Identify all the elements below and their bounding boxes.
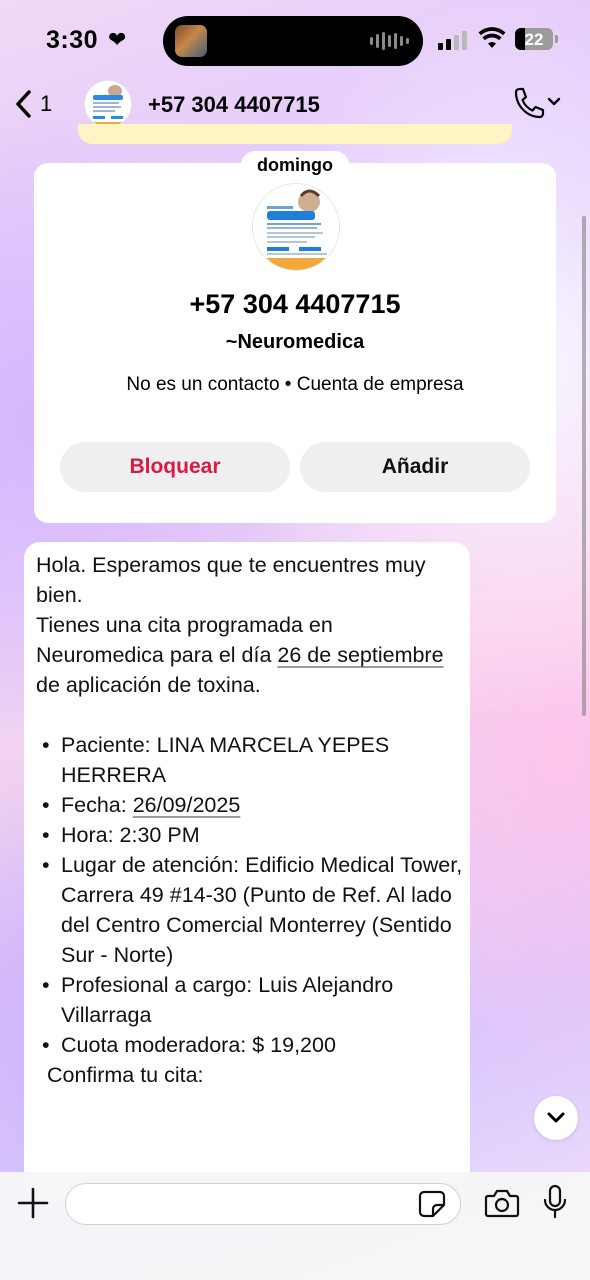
contact-name: ~Neuromedica [225,331,365,353]
list-item-cuota: Cuota moderadora: $ 19,200 [36,1030,466,1060]
avatar[interactable] [84,80,132,128]
call-button[interactable] [510,86,562,122]
scrollbar[interactable] [582,216,586,716]
unread-count: 1 [40,91,53,116]
date-link[interactable]: 26/09/2025 [133,793,241,817]
chat-title[interactable]: +57 304 4407715 [148,92,320,118]
contact-avatar[interactable] [252,183,340,271]
audio-waveform-icon [370,32,409,50]
plus-icon[interactable] [16,1186,50,1220]
list-item-paciente: Paciente: LINA MARCELA YEPES HERRERA [36,730,466,790]
message-greeting: Hola. Esperamos que te encuentres muy bi… [36,553,426,607]
scroll-to-bottom-button[interactable] [534,1096,578,1140]
back-button[interactable]: 1 [14,86,52,122]
date-link[interactable]: 26 de septiembre [277,643,443,667]
message-body: Hola. Esperamos que te encuentres muy bi… [36,550,466,1090]
message-composer [0,1172,590,1280]
message-input[interactable] [65,1183,461,1225]
sticker-icon[interactable] [418,1190,446,1218]
date-separator: domingo [241,151,349,179]
phone-icon [514,87,561,119]
wifi-icon [478,27,506,48]
battery-level: 22 [524,30,544,49]
contact-status: No es un contacto • Cuenta de empresa [126,374,464,395]
list-item-fecha: Fecha: 26/09/2025 [36,790,466,820]
contact-phone: +57 304 4407715 [189,289,401,319]
appointment-details-list: Paciente: LINA MARCELA YEPES HERRERA Fec… [36,730,466,1060]
add-contact-button[interactable]: Añadir [300,442,530,492]
status-bar: 3:30 ❤ 22 [0,0,590,80]
list-item-hora: Hora: 2:30 PM [36,820,466,850]
message-bubble[interactable]: Hola. Esperamos que te encuentres muy bi… [24,542,470,1202]
status-time: 3:30 [46,26,99,54]
cellular-signal-icon [438,30,467,50]
message-appointment: Tienes una cita programada en Neuromedic… [36,613,444,697]
heart-icon: ❤ [108,27,127,52]
block-button[interactable]: Bloquear [60,442,290,492]
contact-info-card: +57 304 4407715 ~Neuromedica No es un co… [34,163,556,523]
battery-icon: 22 [515,28,553,50]
now-playing-artwork [175,25,207,57]
list-item-lugar: Lugar de atención: Edificio Medical Towe… [36,850,466,970]
chevron-left-icon [16,90,31,118]
pinned-banner[interactable] [78,124,512,144]
dynamic-island[interactable] [163,16,423,66]
neuromedica-logo-image [85,81,131,127]
list-item-profesional: Profesional a cargo: Luis Alejandro Vill… [36,970,466,1030]
camera-icon[interactable] [484,1187,520,1219]
chevron-down-icon [547,1112,565,1123]
confirm-prompt: Confirma tu cita: [47,1063,204,1087]
neuromedica-logo-image [253,184,339,270]
microphone-icon[interactable] [542,1184,568,1220]
